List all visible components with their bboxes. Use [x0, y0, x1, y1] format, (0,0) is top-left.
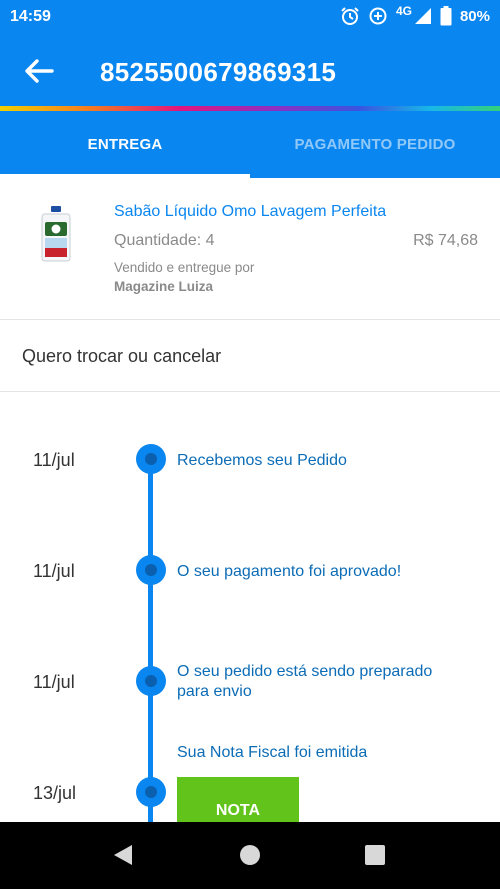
app-bar: 8525500679869315: [0, 34, 500, 106]
tab-entrega-label: ENTREGA: [87, 136, 163, 153]
status-time: 14:59: [10, 8, 51, 25]
nav-home-icon[interactable]: [240, 845, 260, 865]
timeline-event: Recebemos seu Pedido: [177, 452, 347, 469]
timeline-date: 11/jul: [33, 672, 75, 692]
timeline-event: Sua Nota Fiscal foi emitida: [177, 744, 368, 761]
battery-percent: 80%: [459, 7, 490, 25]
arrow-left-icon[interactable]: [22, 56, 56, 86]
nav-recents-icon[interactable]: [365, 845, 385, 865]
android-nav-bar: [0, 822, 500, 889]
data-saver-icon: [369, 7, 387, 25]
timeline-dot: [136, 666, 166, 696]
timeline-event: O seu pagamento foi aprovado!: [177, 563, 402, 580]
timeline-date: 13/jul: [33, 783, 77, 803]
seller-name: Magazine Luiza: [114, 279, 214, 294]
timeline-date: 11/jul: [33, 450, 75, 470]
product-card[interactable]: Sabão Líquido Omo Lavagem Perfeita Quant…: [0, 178, 500, 320]
order-timeline: 11/jul Recebemos seu Pedido 11/jul O seu…: [0, 392, 500, 837]
tab-pagamento-label: PAGAMENTO PEDIDO: [294, 136, 456, 153]
signal-icon: [414, 8, 431, 24]
timeline-dot: [136, 444, 166, 474]
status-icons: 4G 80%: [340, 4, 490, 26]
product-name[interactable]: Sabão Líquido Omo Lavagem Perfeita: [114, 203, 386, 221]
status-bar: 14:59 4G 80%: [0, 0, 500, 34]
battery-icon: [440, 6, 452, 26]
alarm-icon: [341, 7, 359, 25]
timeline-dot: [136, 555, 166, 585]
tab-pagamento-pedido[interactable]: PAGAMENTO PEDIDO: [250, 111, 500, 178]
exchange-cancel-row[interactable]: Quero trocar ou cancelar: [0, 320, 500, 392]
product-price: R$ 74,68: [413, 232, 478, 249]
order-number-title: 8525500679869315: [100, 57, 337, 87]
timeline-dot: [136, 777, 166, 807]
timeline-date: 11/jul: [33, 561, 75, 581]
exchange-cancel-label: Quero trocar ou cancelar: [22, 346, 222, 366]
nav-back-icon[interactable]: [112, 844, 134, 866]
sold-by-label: Vendido e entregue por: [114, 260, 255, 275]
tab-bar: ENTREGA PAGAMENTO PEDIDO: [0, 111, 500, 178]
network-type: 4G: [395, 4, 412, 18]
timeline-line: [148, 458, 153, 828]
product-image: [41, 206, 71, 262]
tab-entrega[interactable]: ENTREGA: [0, 111, 250, 178]
timeline-event: O seu pedido está sendo preparado para e…: [177, 663, 433, 700]
product-quantity: Quantidade: 4: [114, 232, 215, 249]
